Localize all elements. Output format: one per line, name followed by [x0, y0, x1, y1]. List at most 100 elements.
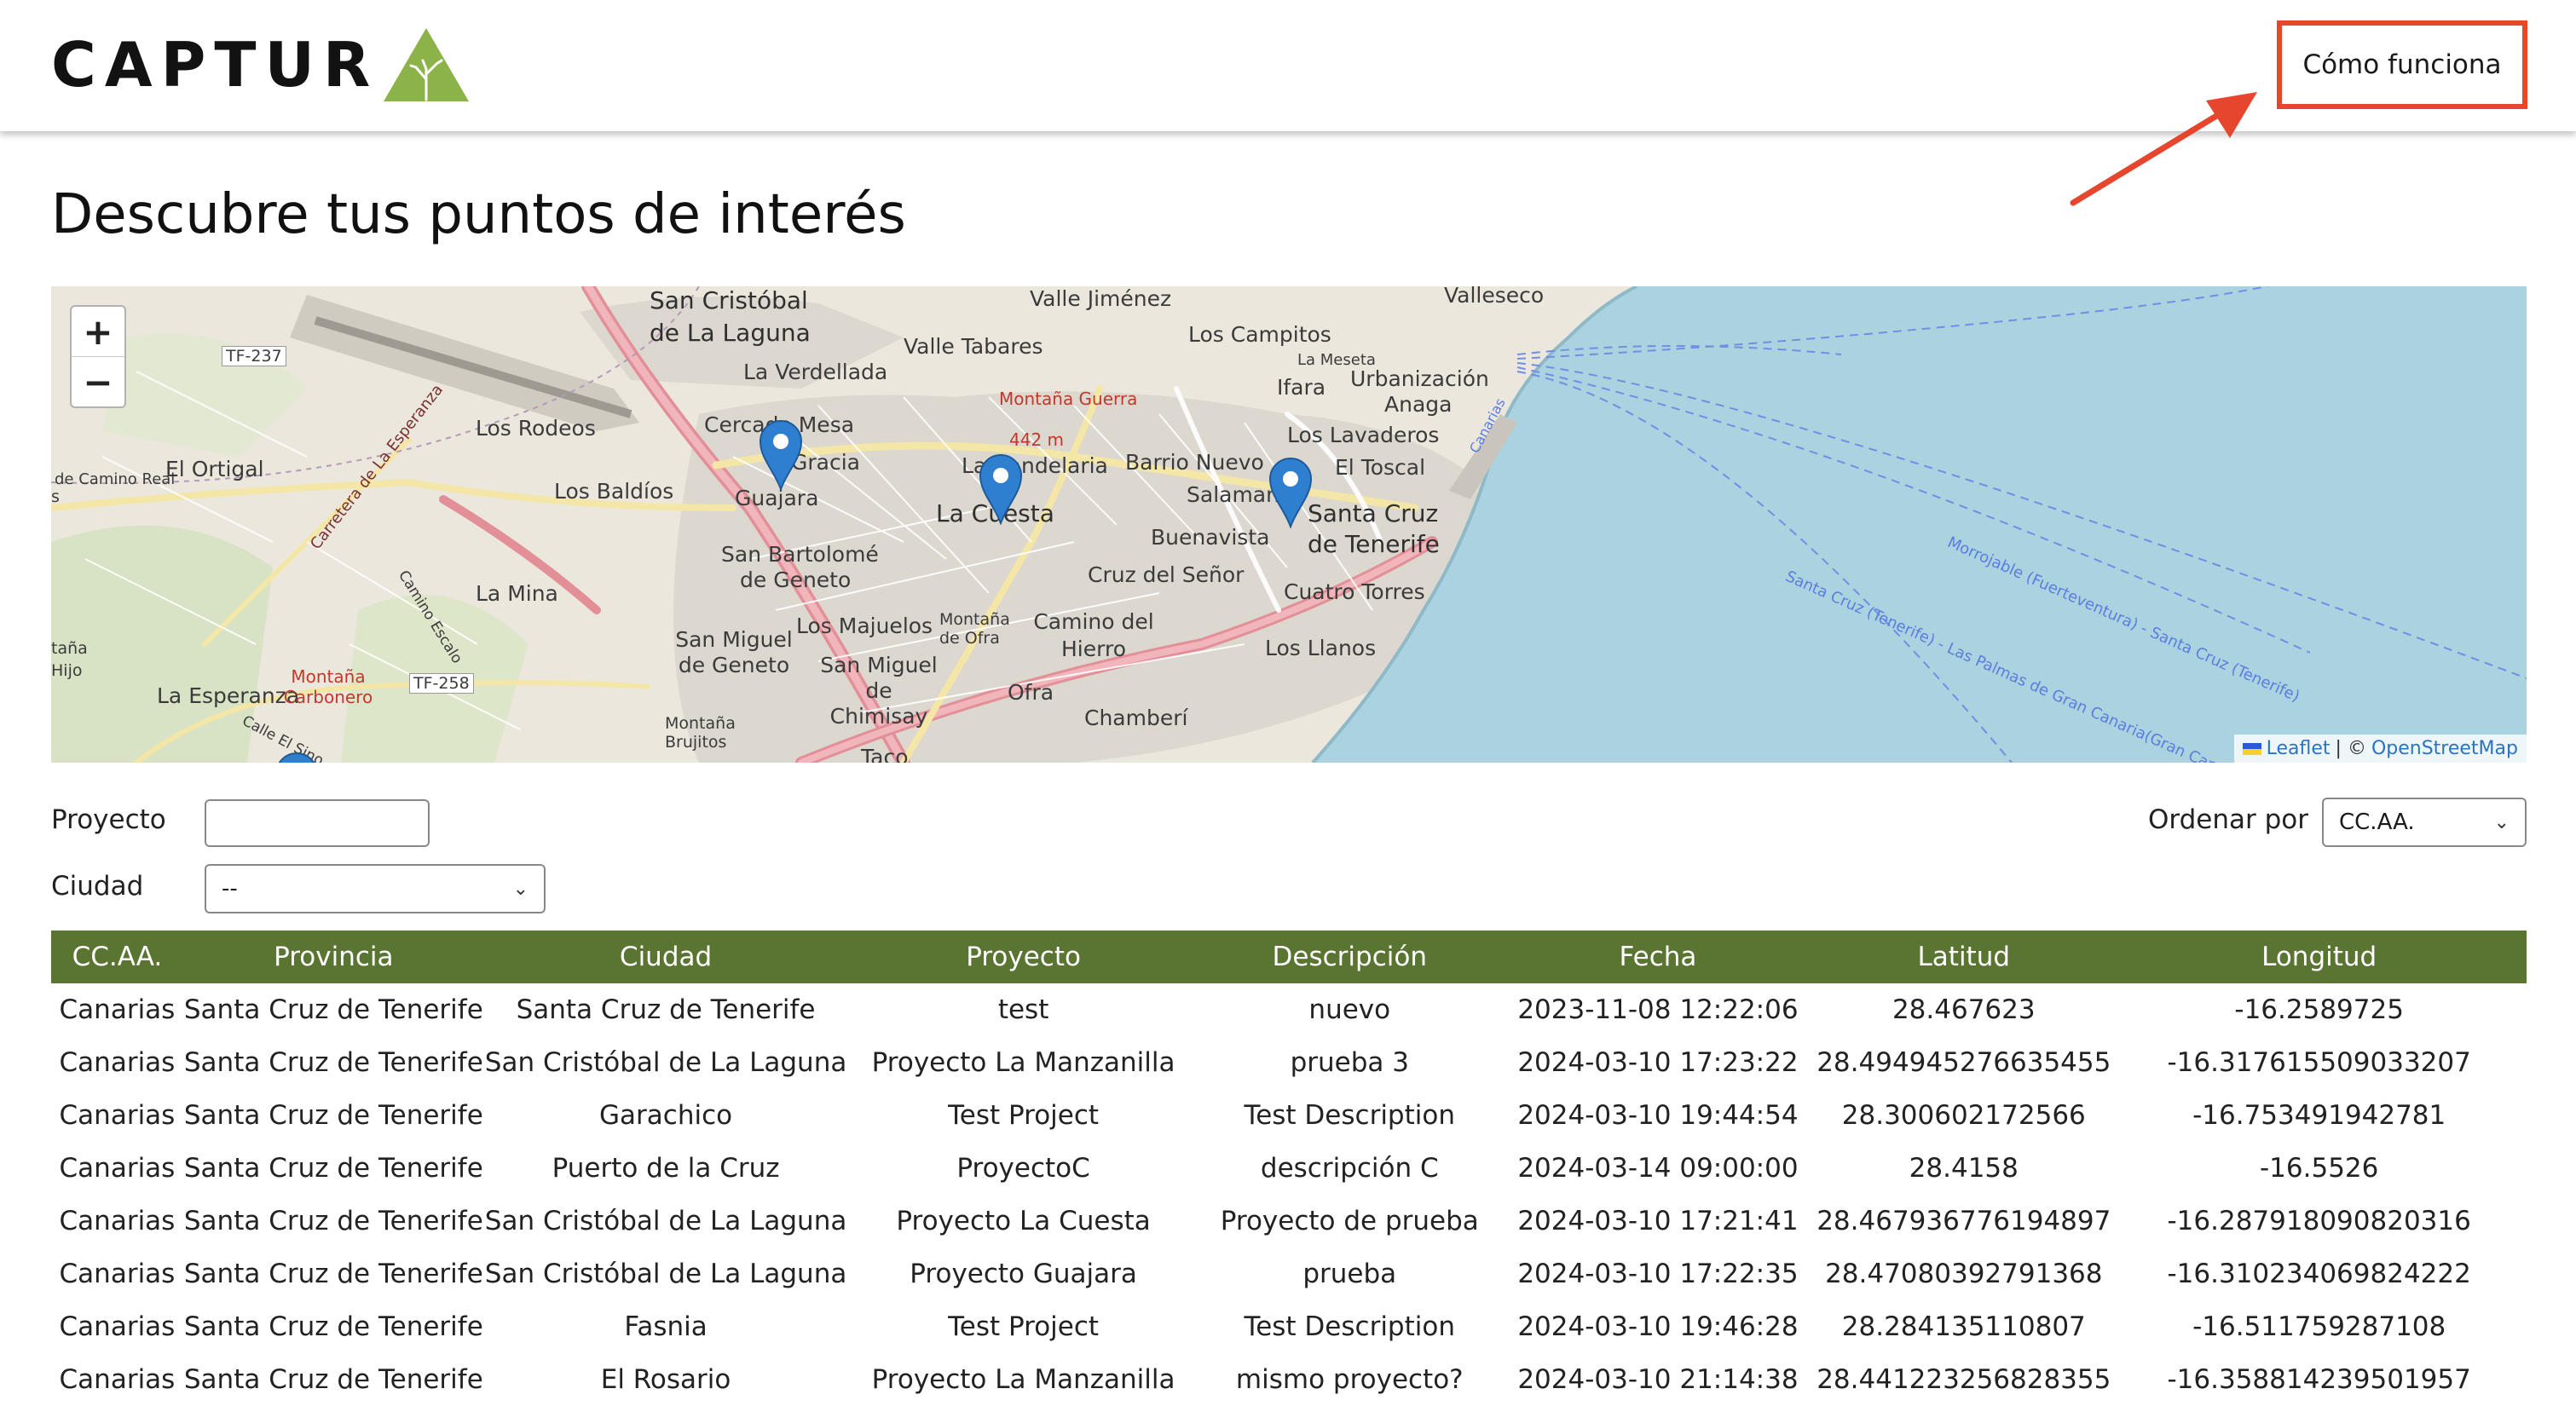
table-row[interactable]: Canarias Santa Cruz de Tenerife Garachic… — [51, 1089, 2527, 1142]
cell-provincia: Santa Cruz de Tenerife — [183, 1259, 483, 1289]
map-attribution: Leaflet | © OpenStreetMap — [2233, 735, 2527, 763]
column-header-descripcion[interactable]: Descripción — [1198, 931, 1500, 983]
cell-fecha: 2023-11-08 12:22:06 — [1517, 994, 1799, 1025]
column-header-ciudad[interactable]: Ciudad — [483, 931, 848, 983]
map-label: Los Rodeos — [476, 416, 596, 441]
map-label: Buenavista — [1151, 525, 1270, 550]
project-filter-input[interactable] — [205, 799, 430, 847]
map-label: Camino del Hierro — [1033, 609, 1154, 661]
cell-ccaa: Canarias — [59, 994, 176, 1025]
cell-longitud: -16.2589725 — [2234, 994, 2404, 1025]
cell-descripcion: Test Description — [1244, 1311, 1455, 1342]
cell-ciudad: Fasnia — [624, 1311, 708, 1342]
table-row[interactable]: Canarias Santa Cruz de Tenerife Puerto d… — [51, 1142, 2527, 1195]
cell-latitud: 28.467936776194897 — [1816, 1206, 2111, 1236]
map-label: Santa Cruz — [1308, 499, 1439, 527]
table-row[interactable]: Canarias Santa Cruz de Tenerife Fasnia T… — [51, 1300, 2527, 1353]
table-row[interactable]: Canarias Santa Cruz de Tenerife Santa Cr… — [51, 983, 2527, 1036]
table-row[interactable]: Canarias Santa Cruz de Tenerife San Cris… — [51, 1195, 2527, 1248]
map-label: Valle Tabares — [904, 334, 1043, 359]
cell-ciudad: Garachico — [599, 1100, 733, 1131]
cell-longitud: -16.317615509033207 — [2167, 1047, 2471, 1078]
cell-provincia: Santa Cruz de Tenerife — [183, 1311, 483, 1342]
map-label: San Miguel de Geneto — [675, 627, 793, 677]
cell-latitud: 28.284135110807 — [1841, 1311, 2086, 1342]
sort-label: Ordenar por — [2148, 804, 2308, 835]
cell-longitud: -16.753491942781 — [2192, 1100, 2446, 1131]
map-label: San Bartolomé — [721, 542, 879, 567]
cell-descripcion: Proyecto de prueba — [1220, 1206, 1479, 1236]
column-header-fecha[interactable]: Fecha — [1499, 931, 1816, 983]
cell-proyecto: ProyectoC — [956, 1153, 1090, 1184]
map-label: Cruz del Señor — [1088, 562, 1245, 587]
road-shield: TF-258 — [409, 673, 474, 694]
how-it-works-link[interactable]: Cómo funciona — [2277, 20, 2527, 109]
column-header-ccaa[interactable]: CC.AA. — [51, 931, 183, 983]
annotation-arrow-icon — [2070, 92, 2257, 206]
table-row[interactable]: Canarias Santa Cruz de Tenerife San Cris… — [51, 1036, 2527, 1089]
map-label: 442 m — [1009, 429, 1065, 450]
captur-logo[interactable]: CAPTUR — [51, 26, 471, 104]
column-header-provincia[interactable]: Provincia — [182, 931, 484, 983]
map-label: Los Llanos — [1265, 636, 1377, 660]
cell-fecha: 2024-03-10 21:14:38 — [1517, 1364, 1799, 1395]
cell-ciudad: Puerto de la Cruz — [552, 1153, 780, 1184]
map-label: Barrio Nuevo — [1125, 450, 1264, 475]
cell-latitud: 28.300602172566 — [1841, 1100, 2086, 1131]
map-label: Anaga — [1384, 392, 1453, 417]
tree-triangle-icon — [384, 28, 470, 101]
map-label: Cuatro Torres — [1284, 579, 1425, 604]
cell-latitud: 28.47080392791368 — [1825, 1259, 2103, 1289]
table-header-row: CC.AA. Provincia Ciudad Proyecto Descrip… — [51, 931, 2527, 983]
map-label: Montaña Carbonero — [283, 666, 373, 707]
leaflet-link[interactable]: Leaflet — [2267, 738, 2331, 759]
cell-latitud: 28.4158 — [1909, 1153, 2019, 1184]
cell-proyecto: test — [997, 994, 1049, 1025]
sort-select[interactable]: CC.AA. ⌄ — [2322, 798, 2527, 847]
cell-proyecto: Test Project — [948, 1100, 1100, 1131]
chevron-down-icon: ⌄ — [2493, 811, 2510, 833]
cell-ciudad: San Cristóbal de La Laguna — [484, 1047, 847, 1078]
chevron-down-icon: ⌄ — [512, 878, 528, 900]
logo-text: CAPTUR — [51, 29, 379, 101]
map-label: de Geneto — [740, 568, 852, 592]
map-label: La Verdellada — [743, 360, 888, 384]
cell-ciudad: Santa Cruz de Tenerife — [516, 994, 816, 1025]
cell-ccaa: Canarias — [59, 1047, 176, 1078]
map-label: San Cristóbal — [650, 286, 808, 314]
map-marker-icon[interactable] — [759, 419, 803, 491]
column-header-longitud[interactable]: Longitud — [2111, 931, 2527, 983]
cell-ciudad: El Rosario — [600, 1364, 731, 1395]
cell-proyecto: Proyecto La Manzanilla — [871, 1047, 1175, 1078]
map-marker-icon[interactable] — [1268, 457, 1313, 528]
cell-longitud: -16.5526 — [2259, 1153, 2379, 1184]
cell-descripcion: descripción C — [1260, 1153, 1439, 1184]
cell-descripcion: Test Description — [1244, 1100, 1455, 1131]
table-row[interactable]: Canarias Santa Cruz de Tenerife San Cris… — [51, 1248, 2527, 1300]
column-header-proyecto[interactable]: Proyecto — [847, 931, 1199, 983]
map-label: de Tenerife — [1308, 530, 1440, 558]
table-row[interactable]: Canarias Santa Cruz de Tenerife El Rosar… — [51, 1353, 2527, 1406]
map-label: taña — [51, 639, 88, 658]
city-filter-select[interactable]: -- ⌄ — [205, 864, 546, 913]
attribution-separator: | © — [2335, 738, 2366, 759]
map-marker-icon[interactable] — [274, 752, 319, 763]
cell-ccaa: Canarias — [59, 1100, 176, 1131]
map-marker-icon[interactable] — [979, 453, 1023, 525]
cell-proyecto: Proyecto Guajara — [910, 1259, 1137, 1289]
page-title: Descubre tus puntos de interés — [51, 183, 906, 246]
cell-provincia: Santa Cruz de Tenerife — [183, 1364, 483, 1395]
zoom-in-button[interactable]: + — [72, 307, 124, 356]
map-label: San Miguel de Chimisay — [820, 653, 938, 729]
cell-proyecto: Proyecto La Cuesta — [896, 1206, 1151, 1236]
zoom-out-button[interactable]: − — [72, 356, 124, 406]
map-view[interactable]: + − San Cristóbal de La Laguna Valle Jim… — [51, 286, 2527, 763]
cell-ciudad: San Cristóbal de La Laguna — [484, 1206, 847, 1236]
map-label: Montaña de Ofra — [939, 610, 1010, 648]
cell-provincia: Santa Cruz de Tenerife — [183, 1047, 483, 1078]
openstreetmap-link[interactable]: OpenStreetMap — [2371, 738, 2518, 759]
city-filter-label: Ciudad — [51, 871, 144, 902]
map-label: Los Campitos — [1188, 322, 1331, 347]
column-header-latitud[interactable]: Latitud — [1816, 931, 2112, 983]
road-shield: TF-237 — [222, 346, 286, 366]
